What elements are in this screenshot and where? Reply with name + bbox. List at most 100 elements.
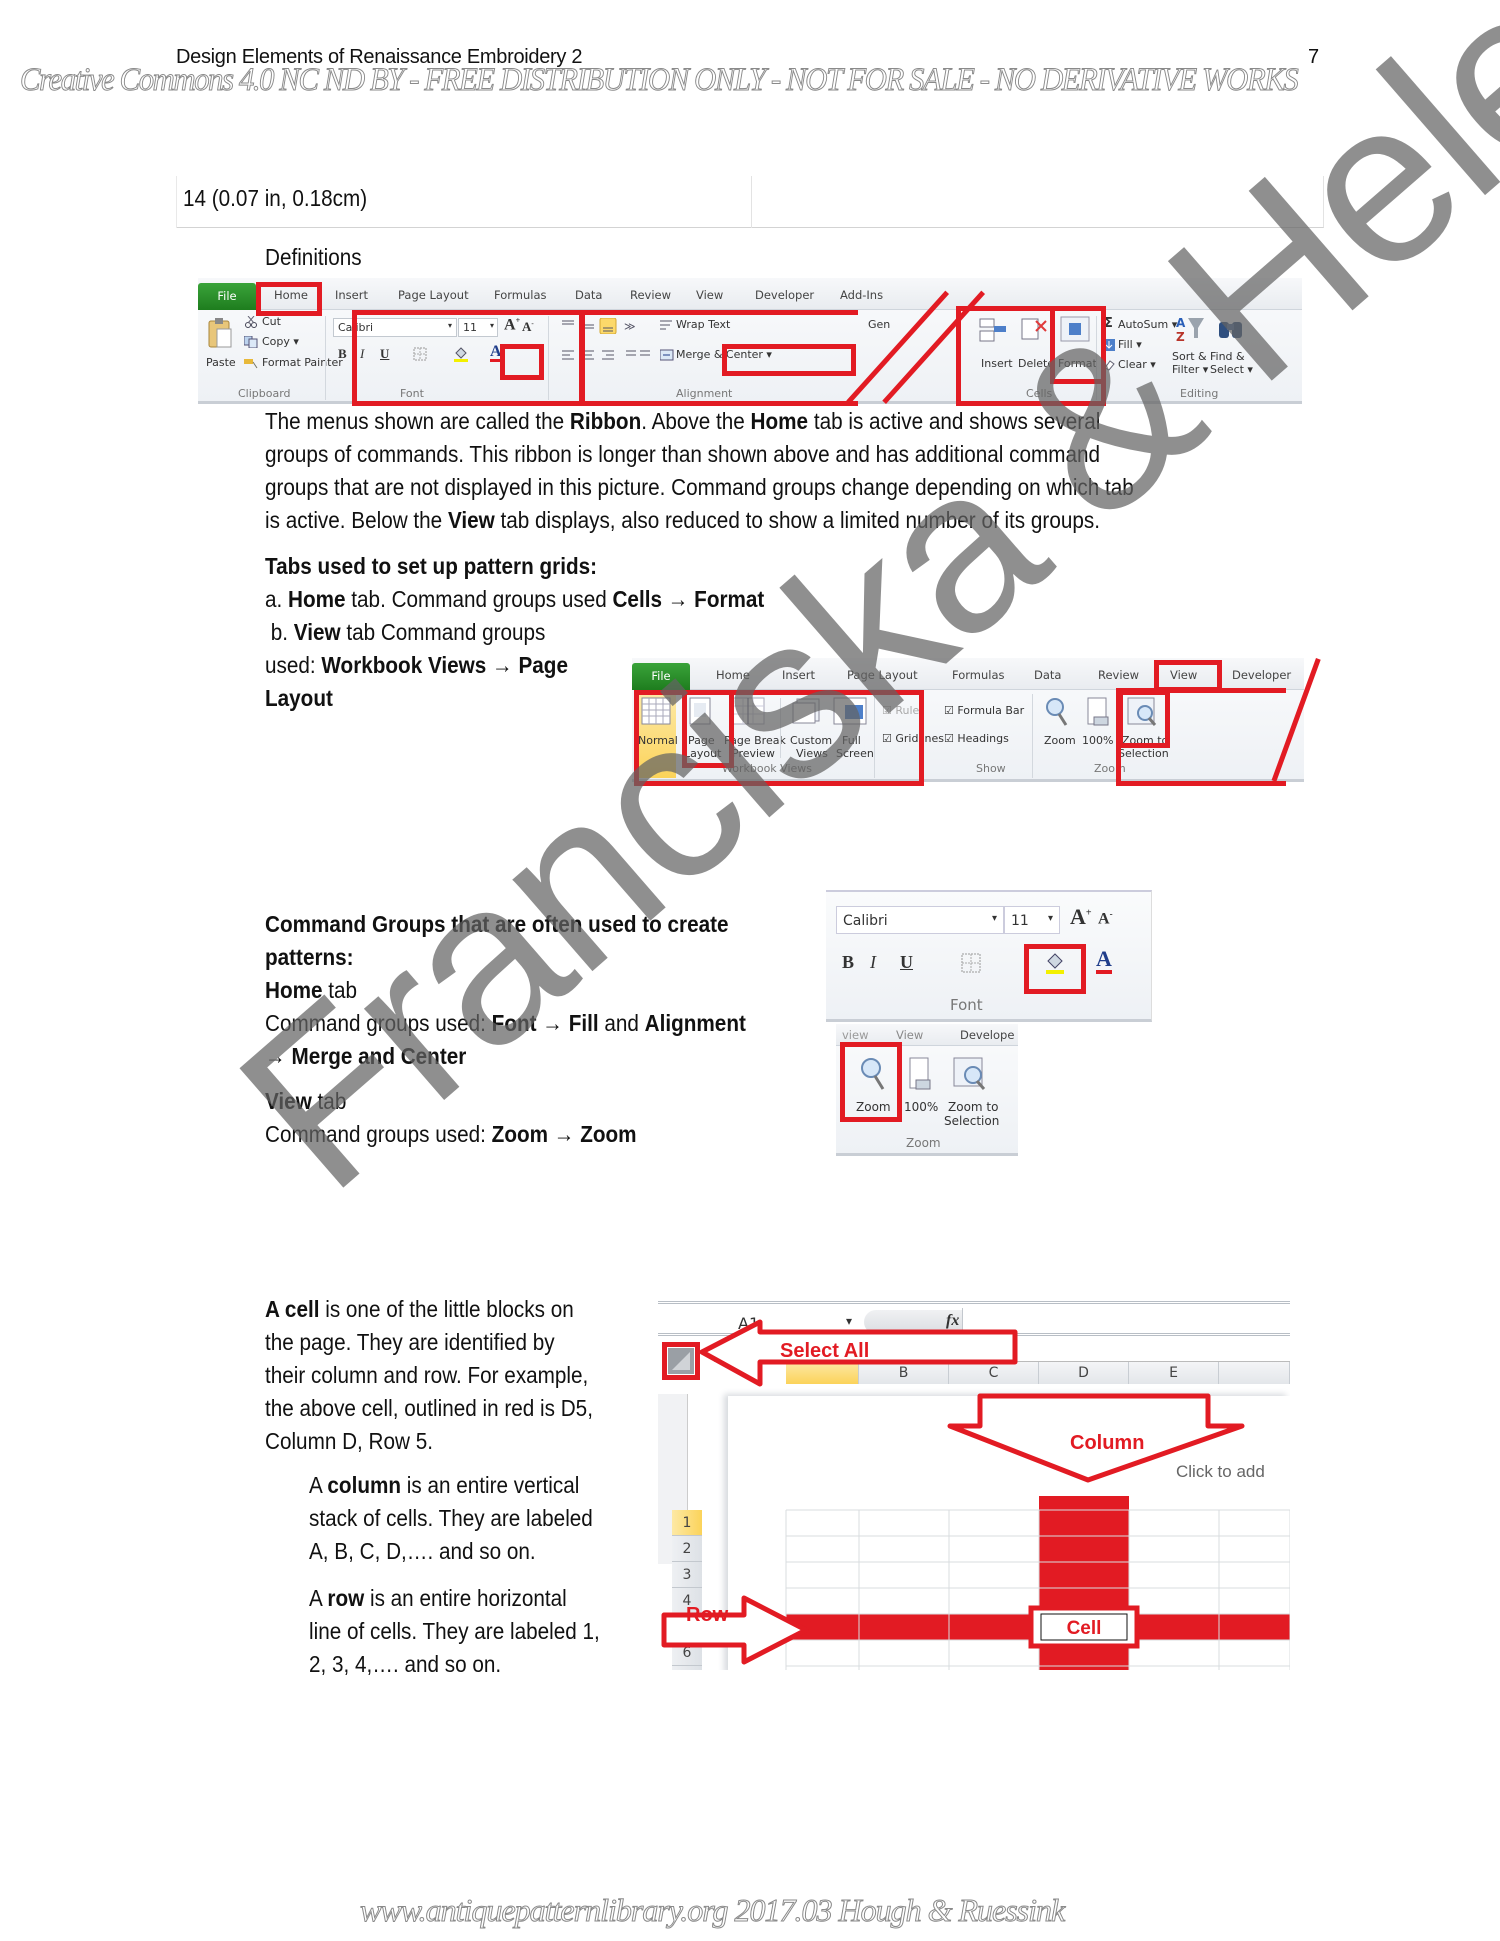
tab-page-layout[interactable]: Page Layout xyxy=(398,288,469,302)
number-format-dropdown[interactable]: Gen xyxy=(868,318,890,331)
paragraph-line: 2, 3, 4,…. and so on. xyxy=(309,1651,502,1677)
tab-view[interactable]: View xyxy=(696,288,723,302)
tab-view[interactable]: View xyxy=(896,1028,923,1042)
definitions-heading: Definitions xyxy=(265,244,362,270)
tab-file[interactable]: File xyxy=(632,663,690,690)
chevron-down-icon: ▾ xyxy=(1047,913,1053,924)
command-groups-heading-cont: patterns: xyxy=(265,944,354,970)
paragraph-line: A row is an entire horizontal xyxy=(309,1585,567,1611)
tab-home[interactable]: Home xyxy=(716,668,750,682)
select-all-callout: Select All xyxy=(780,1340,870,1362)
borders-icon[interactable] xyxy=(960,952,982,974)
column-callout: Column xyxy=(1070,1432,1145,1454)
italic-button[interactable]: I xyxy=(870,952,876,973)
copy-icon xyxy=(244,335,258,349)
command-groups-heading: Command Groups that are often used to cr… xyxy=(265,911,729,937)
font-size-dropdown[interactable]: 11 ▾ xyxy=(1004,906,1060,934)
ribbon-tab-bar: File Home Insert Page Layout Formulas Da… xyxy=(198,278,1302,310)
tab-review[interactable]: Review xyxy=(630,288,671,302)
paragraph-line: A cell is one of the little blocks on xyxy=(265,1296,574,1322)
tab-developer[interactable]: Develope xyxy=(960,1028,1014,1042)
highlight-zoom-button xyxy=(840,1042,902,1122)
zoom-to-selection-line1[interactable]: Zoom to xyxy=(948,1100,998,1114)
highlight-font-group xyxy=(352,310,584,406)
intro-line: The menus shown are called the Ribbon. A… xyxy=(265,408,1101,434)
tab-insert[interactable]: Insert xyxy=(782,668,815,682)
font-panel: Calibri ▾ 11 ▾ A+ A- B I U A Font xyxy=(826,890,1152,1022)
cut-button[interactable]: Cut xyxy=(262,315,281,328)
paragraph-line: A, B, C, D,…. and so on. xyxy=(309,1538,536,1564)
font-name-dropdown[interactable]: Calibri ▾ xyxy=(836,906,1004,934)
formula-bar-checkbox[interactable]: ☑ Formula Bar xyxy=(944,704,1024,717)
tab-developer[interactable]: Developer xyxy=(755,288,814,302)
binoculars-icon xyxy=(1216,314,1246,344)
zoom-100-icon xyxy=(906,1056,934,1092)
bold-button[interactable]: B xyxy=(842,952,854,973)
zoom-100-icon xyxy=(1084,696,1112,728)
tab-review[interactable]: Review xyxy=(1098,668,1139,682)
page-number: 7 xyxy=(1308,46,1320,68)
paragraph-line: the above cell, outlined in red is D5, xyxy=(265,1395,593,1421)
shrink-font-icon[interactable]: A- xyxy=(1098,909,1113,928)
sort-filter-button-line2[interactable]: Filter ▾ xyxy=(1172,363,1208,376)
intro-paragraph: The menus shown are called the Ribbon. A… xyxy=(265,405,1134,537)
callout-arrows xyxy=(661,1319,1245,1665)
tab-review[interactable]: view xyxy=(842,1028,868,1042)
tab-add-ins[interactable]: Add-Ins xyxy=(840,288,883,302)
tab-insert[interactable]: Insert xyxy=(335,288,368,302)
grow-font-icon[interactable]: A+ xyxy=(1070,904,1092,930)
intro-line: groups that are not displayed in this pi… xyxy=(265,474,1134,500)
highlight-workbook-views xyxy=(634,690,924,786)
show-group-label: Show xyxy=(976,762,1006,775)
tab-developer[interactable]: Developer xyxy=(1232,668,1291,682)
format-painter-icon xyxy=(244,356,258,370)
paragraph-line: their column and row. For example, xyxy=(265,1362,589,1388)
tabs-section-heading: Tabs used to set up pattern grids: xyxy=(265,553,598,579)
sort-filter-icon: AZ xyxy=(1176,314,1206,344)
view-tab-label: View tab xyxy=(265,1088,347,1114)
zoom-100-button[interactable]: 100% xyxy=(904,1100,938,1114)
clear-button[interactable]: Clear ▾ xyxy=(1118,358,1156,371)
zoom-to-selection-line2[interactable]: Selection xyxy=(944,1114,999,1128)
find-select-button-line1[interactable]: Find & xyxy=(1210,350,1245,363)
copy-button[interactable]: Copy ▾ xyxy=(262,335,299,348)
tab-file[interactable]: File xyxy=(198,283,256,310)
font-color-icon[interactable]: A xyxy=(1096,948,1112,974)
intro-line: groups of commands. This ribbon is longe… xyxy=(265,441,1101,467)
highlight-fill-color xyxy=(500,344,544,380)
autosum-button[interactable]: AutoSum ▾ xyxy=(1118,318,1177,331)
highlight-fill-color xyxy=(1024,944,1086,994)
font-group-label: Font xyxy=(950,996,983,1014)
highlight-merge-center xyxy=(722,344,856,376)
svg-text:Z: Z xyxy=(1176,330,1185,344)
home-command-groups-cont: → Merge and Center xyxy=(265,1043,467,1069)
row-definition: A row is an entire horizontal line of cel… xyxy=(309,1582,600,1681)
paragraph-line: Column D, Row 5. xyxy=(265,1428,433,1454)
find-select-button-line2[interactable]: Select ▾ xyxy=(1210,363,1253,376)
paragraph-line: the page. They are identified by xyxy=(265,1329,555,1355)
paragraph-line: line of cells. They are labeled 1, xyxy=(309,1618,600,1644)
tab-data[interactable]: Data xyxy=(1034,668,1061,682)
tab-page-layout[interactable]: Page Layout xyxy=(847,668,918,682)
tab-formulas[interactable]: Formulas xyxy=(494,288,547,302)
format-painter-button[interactable]: Format Painter xyxy=(262,356,343,369)
font-name-value: Calibri xyxy=(843,913,888,929)
bold-button[interactable]: B xyxy=(338,346,347,362)
highlight-zoom-button xyxy=(1118,690,1170,748)
sort-filter-button-line1[interactable]: Sort & xyxy=(1172,350,1207,363)
tab-data[interactable]: Data xyxy=(575,288,602,302)
chevron-down-icon: ▾ xyxy=(991,913,997,924)
underline-button[interactable]: U xyxy=(900,952,913,973)
tabs-item-b: b. View tab Command groups xyxy=(265,619,546,645)
tab-formulas[interactable]: Formulas xyxy=(952,668,1005,682)
paste-icon[interactable] xyxy=(206,316,234,350)
column-definition: A column is an entire vertical stack of c… xyxy=(309,1469,593,1568)
fill-button[interactable]: Fill ▾ xyxy=(1118,338,1142,351)
zoom-100-button[interactable]: 100% xyxy=(1082,734,1113,747)
highlight-page-layout xyxy=(682,690,734,768)
cell-definition: A cell is one of the little blocks on the… xyxy=(265,1293,593,1458)
highlight-format-button xyxy=(1050,306,1106,384)
zoom-button[interactable]: Zoom xyxy=(1044,734,1076,747)
headings-checkbox[interactable]: ☑ Headings xyxy=(944,732,1009,745)
paste-button[interactable]: Paste xyxy=(206,356,236,369)
